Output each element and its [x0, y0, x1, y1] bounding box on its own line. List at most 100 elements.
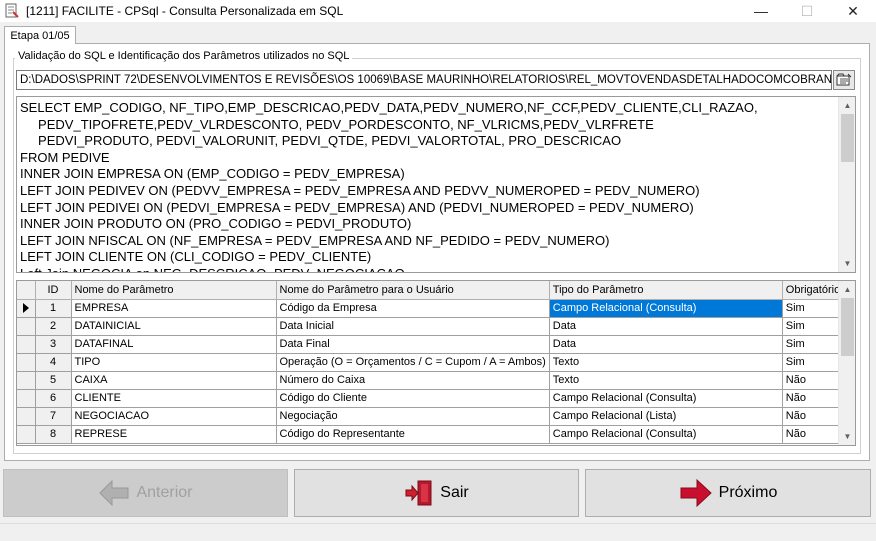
grid-scroll-down-icon[interactable]: ▼ [839, 428, 855, 445]
sql-line: LEFT JOIN PEDIVEV ON (PEDVV_EMPRESA = PE… [20, 182, 700, 198]
param-name-cell[interactable]: EMPRESA [71, 299, 277, 318]
row-indicator[interactable] [17, 299, 36, 318]
tab-etapa[interactable]: Etapa 01/05 [4, 26, 76, 44]
sql-line: LEFT JOIN NFISCAL ON (NF_EMPRESA = PEDV_… [20, 232, 610, 248]
param-user-name-cell[interactable]: Negociação [276, 407, 550, 426]
sql-line: PEDVI_PRODUTO, PEDVI_VALORUNIT, PEDVI_QT… [20, 133, 622, 149]
grid-scroll-up-icon[interactable]: ▲ [839, 281, 855, 298]
sql-editor[interactable]: SELECT EMP_CODIGO, NF_TIPO,EMP_DESCRICAO… [16, 96, 856, 273]
table-row[interactable]: 6 CLIENTE Código do Cliente Campo Relaciona… [17, 389, 853, 408]
sql-line: FROM PEDIVE [20, 149, 110, 165]
table-row[interactable]: 2 DATAINICIAL Data Inicial Data Sim [17, 317, 853, 336]
indicator-header [17, 281, 36, 300]
sql-line: INNER JOIN PRODUTO ON (PRO_CODIGO = PEDV… [20, 216, 412, 232]
table-row[interactable]: 5 CAIXA Número do Caixa Texto Não [17, 371, 853, 390]
table-row[interactable]: 4 TIPO Operação (O = Orçamentos / C = Cupo… [17, 353, 853, 372]
app-window: [1211] FACILITE - CPSql - Consulta Perso… [0, 0, 876, 541]
parameters-grid[interactable]: ID Nome do Parâmetro Nome do Parâmetro p… [16, 280, 856, 446]
sql-text: SELECT EMP_CODIGO, NF_TIPO,EMP_DESCRICAO… [20, 100, 838, 272]
table-row[interactable]: 3 DATAFINAL Data Final Data Sim [17, 335, 853, 354]
param-name-cell[interactable]: CLIENTE [71, 389, 277, 408]
scroll-thumb[interactable] [841, 114, 854, 162]
status-bar [0, 523, 876, 541]
param-id-cell[interactable]: 7 [35, 407, 72, 426]
current-row-icon [22, 303, 29, 314]
app-icon [4, 3, 20, 19]
sql-line: LEFT JOIN CLIENTE ON (CLI_CODIGO = PEDV_… [20, 249, 372, 265]
param-user-name-cell[interactable]: Número do Caixa [276, 371, 550, 390]
table-row[interactable]: 7 NEGOCIACAO Negociação Campo Relacional (L… [17, 407, 853, 426]
param-name-cell[interactable]: REPRESE [71, 425, 277, 444]
param-user-name-cell[interactable]: Operação (O = Orçamentos / C = Cupom / A… [276, 353, 550, 372]
param-name-cell[interactable]: DATAFINAL [71, 335, 277, 354]
param-type-cell[interactable]: Campo Relacional (Consulta) [549, 299, 783, 318]
next-button-label: Próximo [718, 484, 778, 501]
row-indicator[interactable] [17, 353, 36, 372]
column-header-id[interactable]: ID [35, 281, 72, 300]
group-legend: Validação do SQL e Identificação dos Par… [15, 50, 353, 62]
param-id-cell[interactable]: 4 [35, 353, 72, 372]
param-id-cell[interactable]: 2 [35, 317, 72, 336]
grid-header-row: ID Nome do Parâmetro Nome do Parâmetro p… [17, 281, 853, 300]
open-file-button[interactable] [833, 70, 855, 90]
sql-file-path-input[interactable]: D:\DADOS\SPRINT 72\DESENVOLVIMENTOS E RE… [16, 70, 832, 90]
param-id-cell[interactable]: 1 [35, 299, 72, 318]
param-user-name-cell[interactable]: Código do Cliente [276, 389, 550, 408]
exit-button-label: Sair [440, 484, 469, 501]
arrow-left-icon [98, 479, 130, 507]
sql-line: PEDV_TIPOFRETE,PEDV_VLRDESCONTO, PEDV_PO… [20, 116, 654, 132]
window-title: [1211] FACILITE - CPSql - Consulta Perso… [26, 4, 344, 18]
scroll-up-icon[interactable]: ▲ [839, 97, 855, 114]
row-indicator[interactable] [17, 335, 36, 354]
param-id-cell[interactable]: 8 [35, 425, 72, 444]
folder-open-icon [836, 73, 852, 86]
param-type-cell[interactable]: Campo Relacional (Consulta) [549, 389, 783, 408]
param-user-name-cell[interactable]: Código do Representante [276, 425, 550, 444]
param-user-name-cell[interactable]: Data Final [276, 335, 550, 354]
row-indicator[interactable] [17, 407, 36, 426]
row-indicator[interactable] [17, 371, 36, 390]
param-name-cell[interactable]: CAIXA [71, 371, 277, 390]
param-user-name-cell[interactable]: Data Inicial [276, 317, 550, 336]
sql-scrollbar[interactable]: ▲ ▼ [838, 97, 855, 272]
column-header-param-type[interactable]: Tipo do Parâmetro [549, 281, 783, 300]
param-id-cell[interactable]: 3 [35, 335, 72, 354]
minimize-button[interactable]: — [738, 0, 784, 22]
param-id-cell[interactable]: 5 [35, 371, 72, 390]
previous-button[interactable]: Anterior [3, 469, 288, 517]
column-header-user-name[interactable]: Nome do Parâmetro para o Usuário [276, 281, 550, 300]
sql-line: Left Join NEGOCIA on NEG_DESCRICAO=PEDV_… [20, 266, 838, 272]
sql-line: SELECT EMP_CODIGO, NF_TIPO,EMP_DESCRICAO… [20, 100, 758, 115]
title-bar[interactable]: [1211] FACILITE - CPSql - Consulta Perso… [0, 0, 876, 22]
param-type-cell[interactable]: Texto [549, 371, 783, 390]
param-name-cell[interactable]: NEGOCIACAO [71, 407, 277, 426]
column-header-param-name[interactable]: Nome do Parâmetro [71, 281, 277, 300]
next-button[interactable]: Próximo [585, 469, 871, 517]
arrow-right-icon [679, 478, 713, 508]
grid-scroll-thumb[interactable] [841, 298, 854, 356]
table-row[interactable]: 1 EMPRESA Código da Empresa Campo Relaciona… [17, 299, 853, 318]
table-row[interactable]: 8 REPRESE Código do Representante Campo Rel… [17, 425, 853, 444]
param-id-cell[interactable]: 6 [35, 389, 72, 408]
close-button[interactable]: ✕ [830, 0, 876, 22]
scroll-down-icon[interactable]: ▼ [839, 255, 855, 272]
previous-button-label: Anterior [136, 484, 193, 501]
parameters-table: ID Nome do Parâmetro Nome do Parâmetro p… [17, 281, 853, 444]
sql-line: LEFT JOIN PEDIVEI ON (PEDVI_EMPRESA = PE… [20, 199, 694, 215]
param-type-cell[interactable]: Texto [549, 353, 783, 372]
grid-scrollbar[interactable]: ▲ ▼ [838, 281, 855, 445]
exit-door-icon [404, 479, 434, 507]
sql-line: INNER JOIN EMPRESA ON (EMP_CODIGO = PEDV… [20, 166, 405, 182]
row-indicator[interactable] [17, 389, 36, 408]
exit-button[interactable]: Sair [294, 469, 579, 517]
row-indicator[interactable] [17, 425, 36, 444]
maximize-button[interactable]: ☐ [784, 0, 830, 22]
param-type-cell[interactable]: Campo Relacional (Lista) [549, 407, 783, 426]
param-name-cell[interactable]: TIPO [71, 353, 277, 372]
row-indicator[interactable] [17, 317, 36, 336]
param-name-cell[interactable]: DATAINICIAL [71, 317, 277, 336]
param-type-cell[interactable]: Data [549, 335, 783, 354]
param-type-cell[interactable]: Data [549, 317, 783, 336]
param-user-name-cell[interactable]: Código da Empresa [276, 299, 550, 318]
param-type-cell[interactable]: Campo Relacional (Consulta) [549, 425, 783, 444]
